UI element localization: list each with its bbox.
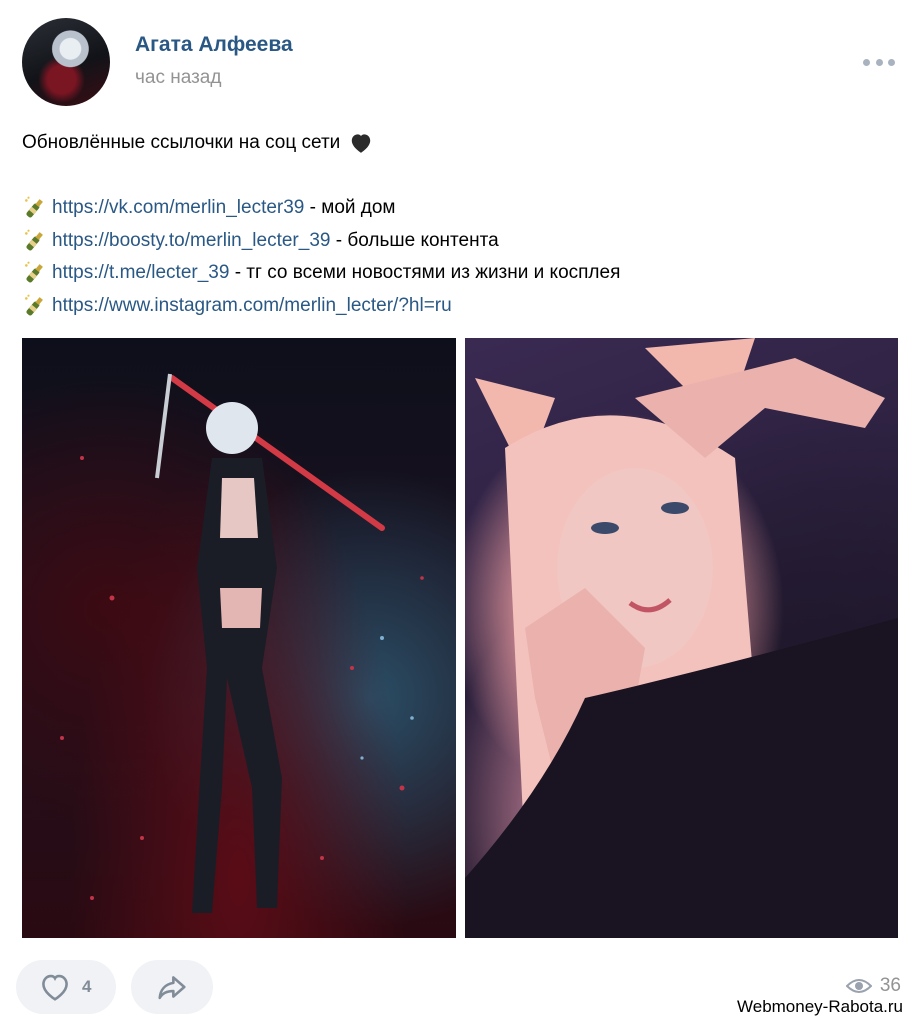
champagne-bottle-icon (25, 294, 43, 316)
link-instagram[interactable]: https://www.instagram.com/merlin_lecter/… (52, 290, 452, 323)
more-options-button[interactable] (863, 54, 895, 70)
post-photo-1[interactable] (22, 338, 456, 938)
post-photo-2[interactable] (465, 338, 898, 938)
eye-icon (845, 979, 872, 993)
author-avatar[interactable] (22, 18, 110, 106)
share-arrow-icon (158, 976, 186, 1000)
link-boosty[interactable]: https://boosty.to/merlin_lecter_39 (52, 225, 330, 258)
share-button[interactable] (131, 960, 213, 1014)
link-line: https://www.instagram.com/merlin_lecter/… (22, 290, 895, 323)
link-boosty-desc: - больше контента (330, 229, 499, 251)
link-vk[interactable]: https://vk.com/merlin_lecter39 (52, 192, 304, 225)
champagne-bottle-icon (25, 196, 43, 218)
post-text: Обновлённые ссылочки на соц сети https:/… (22, 127, 895, 322)
black-heart-icon (352, 134, 371, 153)
link-line: https://vk.com/merlin_lecter39 - мой дом (22, 192, 895, 225)
like-count: 4 (82, 977, 92, 996)
link-telegram[interactable]: https://t.me/lecter_39 (52, 257, 229, 290)
champagne-bottle-icon (25, 261, 43, 283)
link-line: https://boosty.to/merlin_lecter_39 - бол… (22, 225, 895, 258)
post-intro-line: Обновлённые ссылочки на соц сети (22, 127, 895, 160)
like-button[interactable]: 4 (16, 960, 116, 1014)
photo-2-figure (465, 338, 898, 938)
link-telegram-desc: - тг со всеми новостями из жизни и коспл… (229, 262, 621, 283)
more-dots-icon (863, 58, 870, 66)
photo-1-figure (60, 373, 424, 913)
champagne-bottle-icon (25, 229, 43, 251)
heart-outline-icon (42, 974, 68, 1001)
link-line: https://t.me/lecter_39 - тг со всеми нов… (22, 257, 895, 290)
post-time[interactable]: час назад (135, 67, 221, 89)
post-intro: Обновлённые ссылочки на соц сети (22, 132, 341, 153)
wall-post: Агата Алфеева час назад Обновлённые ссыл… (0, 0, 915, 1024)
author-name[interactable]: Агата Алфеева (135, 33, 293, 57)
watermark: Webmoney-Rabota.ru (731, 994, 909, 1020)
link-vk-desc: - мой дом (304, 197, 396, 218)
